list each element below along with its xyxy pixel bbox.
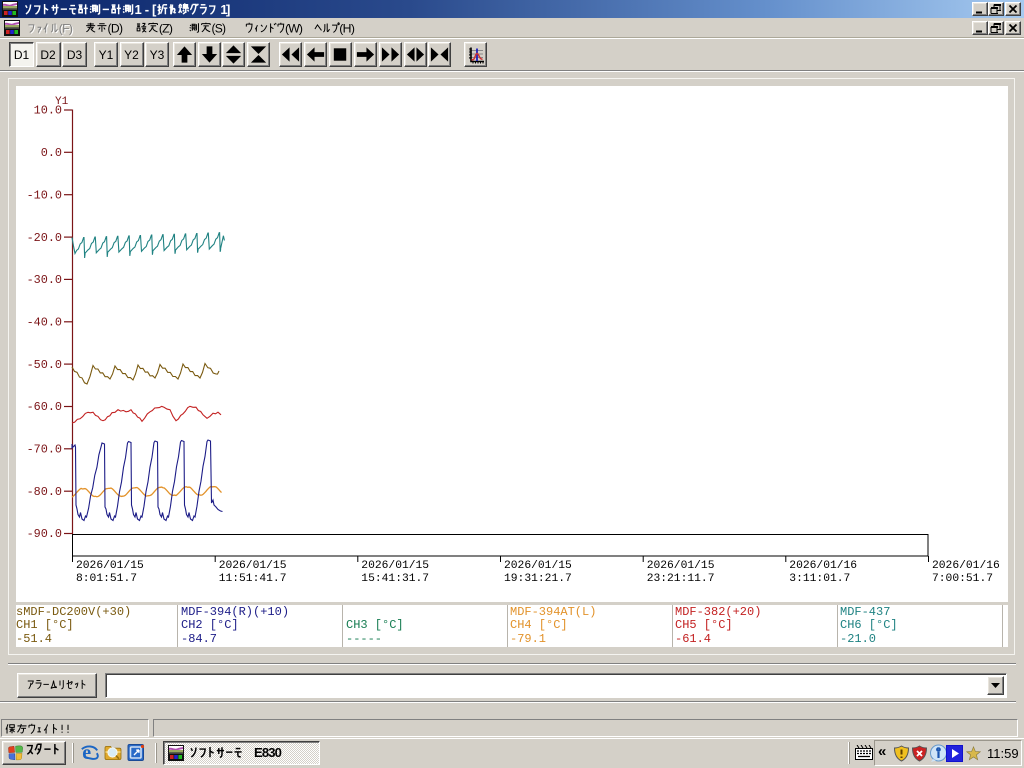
svg-text:-20.0: -20.0 — [27, 231, 62, 245]
svg-text:(S): (S) — [212, 21, 226, 35]
svg-text:-30.0: -30.0 — [27, 273, 62, 287]
svg-text:(Z): (Z) — [159, 21, 173, 35]
svg-text:-70.0: -70.0 — [27, 443, 62, 457]
svg-text:19:31:21.7: 19:31:21.7 — [504, 573, 572, 585]
svg-text:(H): (H) — [339, 21, 355, 35]
svg-text:3:11:01.7: 3:11:01.7 — [789, 573, 850, 585]
svg-text:-40.0: -40.0 — [27, 315, 62, 329]
svg-text:-90.0: -90.0 — [27, 527, 62, 541]
svg-text:(D): (D) — [108, 21, 123, 35]
svg-text:7:00:51.7: 7:00:51.7 — [932, 573, 993, 585]
svg-text:-10.0: -10.0 — [27, 188, 62, 202]
svg-text:(W): (W) — [285, 21, 303, 35]
svg-text:1 - [: 1 - [ — [134, 2, 157, 17]
svg-text:2026/01/16: 2026/01/16 — [932, 560, 1000, 572]
svg-text:11:51:41.7: 11:51:41.7 — [219, 573, 287, 585]
svg-text:2026/01/15: 2026/01/15 — [504, 560, 572, 572]
svg-text:-60.0: -60.0 — [27, 400, 62, 414]
svg-text:15:41:31.7: 15:41:31.7 — [361, 573, 429, 585]
svg-text:2026/01/15: 2026/01/15 — [647, 560, 715, 572]
svg-text:2026/01/16: 2026/01/16 — [789, 560, 857, 572]
svg-text:2026/01/15: 2026/01/15 — [76, 560, 144, 572]
svg-text:2026/01/15: 2026/01/15 — [219, 560, 287, 572]
svg-text:Y1: Y1 — [55, 96, 69, 108]
svg-text:(F): (F) — [59, 21, 73, 35]
svg-text:0.0: 0.0 — [41, 146, 62, 160]
svg-text:2026/01/15: 2026/01/15 — [361, 560, 429, 572]
svg-text:23:21:11.7: 23:21:11.7 — [647, 573, 715, 585]
svg-text:8:01:51.7: 8:01:51.7 — [76, 573, 137, 585]
svg-text:E830: E830 — [254, 745, 282, 760]
svg-text:1]: 1] — [220, 2, 230, 17]
svg-text:-80.0: -80.0 — [27, 485, 62, 499]
svg-text:-50.0: -50.0 — [27, 358, 62, 372]
